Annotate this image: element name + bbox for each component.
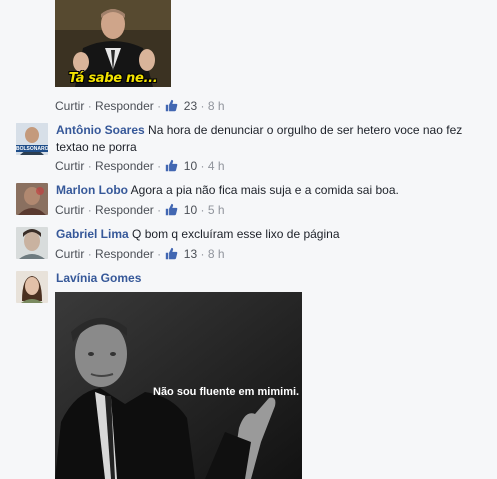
meme-image-bolsonaro[interactable]: Não sou fluente em mimimi. [55,292,302,479]
comment-body: Antônio Soares Na hora de denunciar o or… [56,122,481,156]
thumbs-up-icon [165,247,178,263]
comment-author[interactable]: Antônio Soares [56,123,145,137]
avatar-label: BOLSONARO [16,146,48,152]
reply-link[interactable]: Responder [95,99,154,113]
reply-link[interactable]: Responder [95,203,154,217]
separator: · [157,99,162,113]
comment-body: Gabriel Lima Q bom q excluíram esse lixo… [56,226,481,243]
meme-caption: Tá sabe ne... [68,71,158,86]
reply-link[interactable]: Responder [95,247,154,261]
timestamp[interactable]: 4 h [208,159,225,173]
reaction-count[interactable]: 23 [184,99,197,113]
like-link[interactable]: Curtir [55,203,84,217]
separator: · [200,159,205,173]
comment-text: Agora a pia não fica mais suja e a comid… [130,183,399,197]
separator: · [87,247,92,261]
comment-actions: Curtir · Responder · 13 · 8 h [55,247,225,263]
separator: · [87,159,92,173]
avatar[interactable] [16,183,48,215]
comment-actions: Curtir · Responder · 23 · 8 h [55,99,225,115]
reply-link[interactable]: Responder [95,159,154,173]
comment-author[interactable]: Gabriel Lima [56,227,129,241]
timestamp[interactable]: 8 h [208,99,225,113]
separator: · [87,203,92,217]
like-link[interactable]: Curtir [55,247,84,261]
reaction-count[interactable]: 10 [184,159,197,173]
reaction-count[interactable]: 13 [184,247,197,261]
comment-text: Q bom q excluíram esse lixo de página [132,227,340,241]
reaction-count[interactable]: 10 [184,203,197,217]
comment-body: Lavínia Gomes [56,270,481,287]
thumbs-up-icon [165,203,178,219]
comment-author[interactable]: Marlon Lobo [56,183,128,197]
avatar[interactable] [16,227,48,259]
thumbs-up-icon [165,159,178,175]
separator: · [157,247,162,261]
comment-body: Marlon Lobo Agora a pia não fica mais su… [56,182,481,199]
separator: · [200,203,205,217]
comment-actions: Curtir · Responder · 10 · 5 h [55,203,225,219]
separator: · [200,247,205,261]
thumbs-up-icon [165,99,178,115]
comment-author[interactable]: Lavínia Gomes [56,271,141,285]
separator: · [157,203,162,217]
avatar[interactable]: BOLSONARO [16,123,48,155]
meme-caption: Não sou fluente em mimimi. [153,386,300,398]
timestamp[interactable]: 8 h [208,247,225,261]
timestamp[interactable]: 5 h [208,203,225,217]
comment-actions: Curtir · Responder · 10 · 4 h [55,159,225,175]
avatar[interactable] [16,271,48,303]
meme-image-putin[interactable]: Tá sabe ne... [55,0,171,87]
separator: · [200,99,205,113]
separator: · [157,159,162,173]
like-link[interactable]: Curtir [55,159,84,173]
like-link[interactable]: Curtir [55,99,84,113]
separator: · [87,99,92,113]
